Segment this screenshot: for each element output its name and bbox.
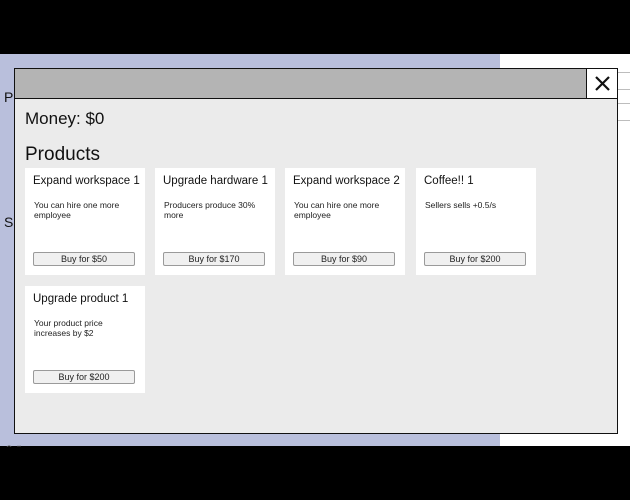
product-card-upgrade-product-1: Upgrade product 1 Your product price inc… [25, 286, 145, 393]
buy-button[interactable]: Buy for $200 [424, 252, 526, 266]
product-card-expand-workspace-2: Expand workspace 2 You can hire one more… [285, 168, 405, 275]
product-description: Sellers sells +0.5/s [425, 200, 497, 210]
shop-modal: Money: $0 Products Expand workspace 1 Yo… [14, 68, 618, 434]
close-button[interactable] [586, 69, 617, 98]
product-description: Your product price increases by $2 [34, 318, 103, 338]
background-edge-control[interactable] [617, 103, 630, 121]
buy-button[interactable]: Buy for $200 [33, 370, 135, 384]
product-card-expand-workspace-1: Expand workspace 1 You can hire one more… [25, 168, 145, 275]
buy-button[interactable]: Buy for $170 [163, 252, 265, 266]
product-title: Upgrade product 1 [33, 293, 129, 305]
background-bottom-text: Sellers [6, 444, 34, 447]
product-title: Coffee!! 1 [424, 175, 474, 187]
product-title: Upgrade hardware 1 [163, 175, 268, 187]
close-icon [594, 76, 610, 91]
product-description: You can hire one more employee [34, 200, 120, 220]
buy-button[interactable]: Buy for $50 [33, 252, 135, 266]
product-description: You can hire one more employee [294, 200, 380, 220]
product-description: Producers produce 30% more [164, 200, 256, 220]
modal-titlebar [15, 69, 617, 99]
background-label-s: S [4, 214, 14, 230]
money-display: Money: $0 [25, 109, 105, 128]
product-card-upgrade-hardware-1: Upgrade hardware 1 Producers produce 30%… [155, 168, 275, 275]
buy-button[interactable]: Buy for $90 [293, 252, 395, 266]
background-edge-control[interactable] [617, 72, 630, 90]
product-title: Expand workspace 1 [33, 175, 140, 187]
background-label-p: P [4, 89, 14, 105]
products-heading: Products [25, 144, 100, 165]
product-title: Expand workspace 2 [293, 175, 400, 187]
product-card-coffee-1: Coffee!! 1 Sellers sells +0.5/s Buy for … [416, 168, 536, 275]
